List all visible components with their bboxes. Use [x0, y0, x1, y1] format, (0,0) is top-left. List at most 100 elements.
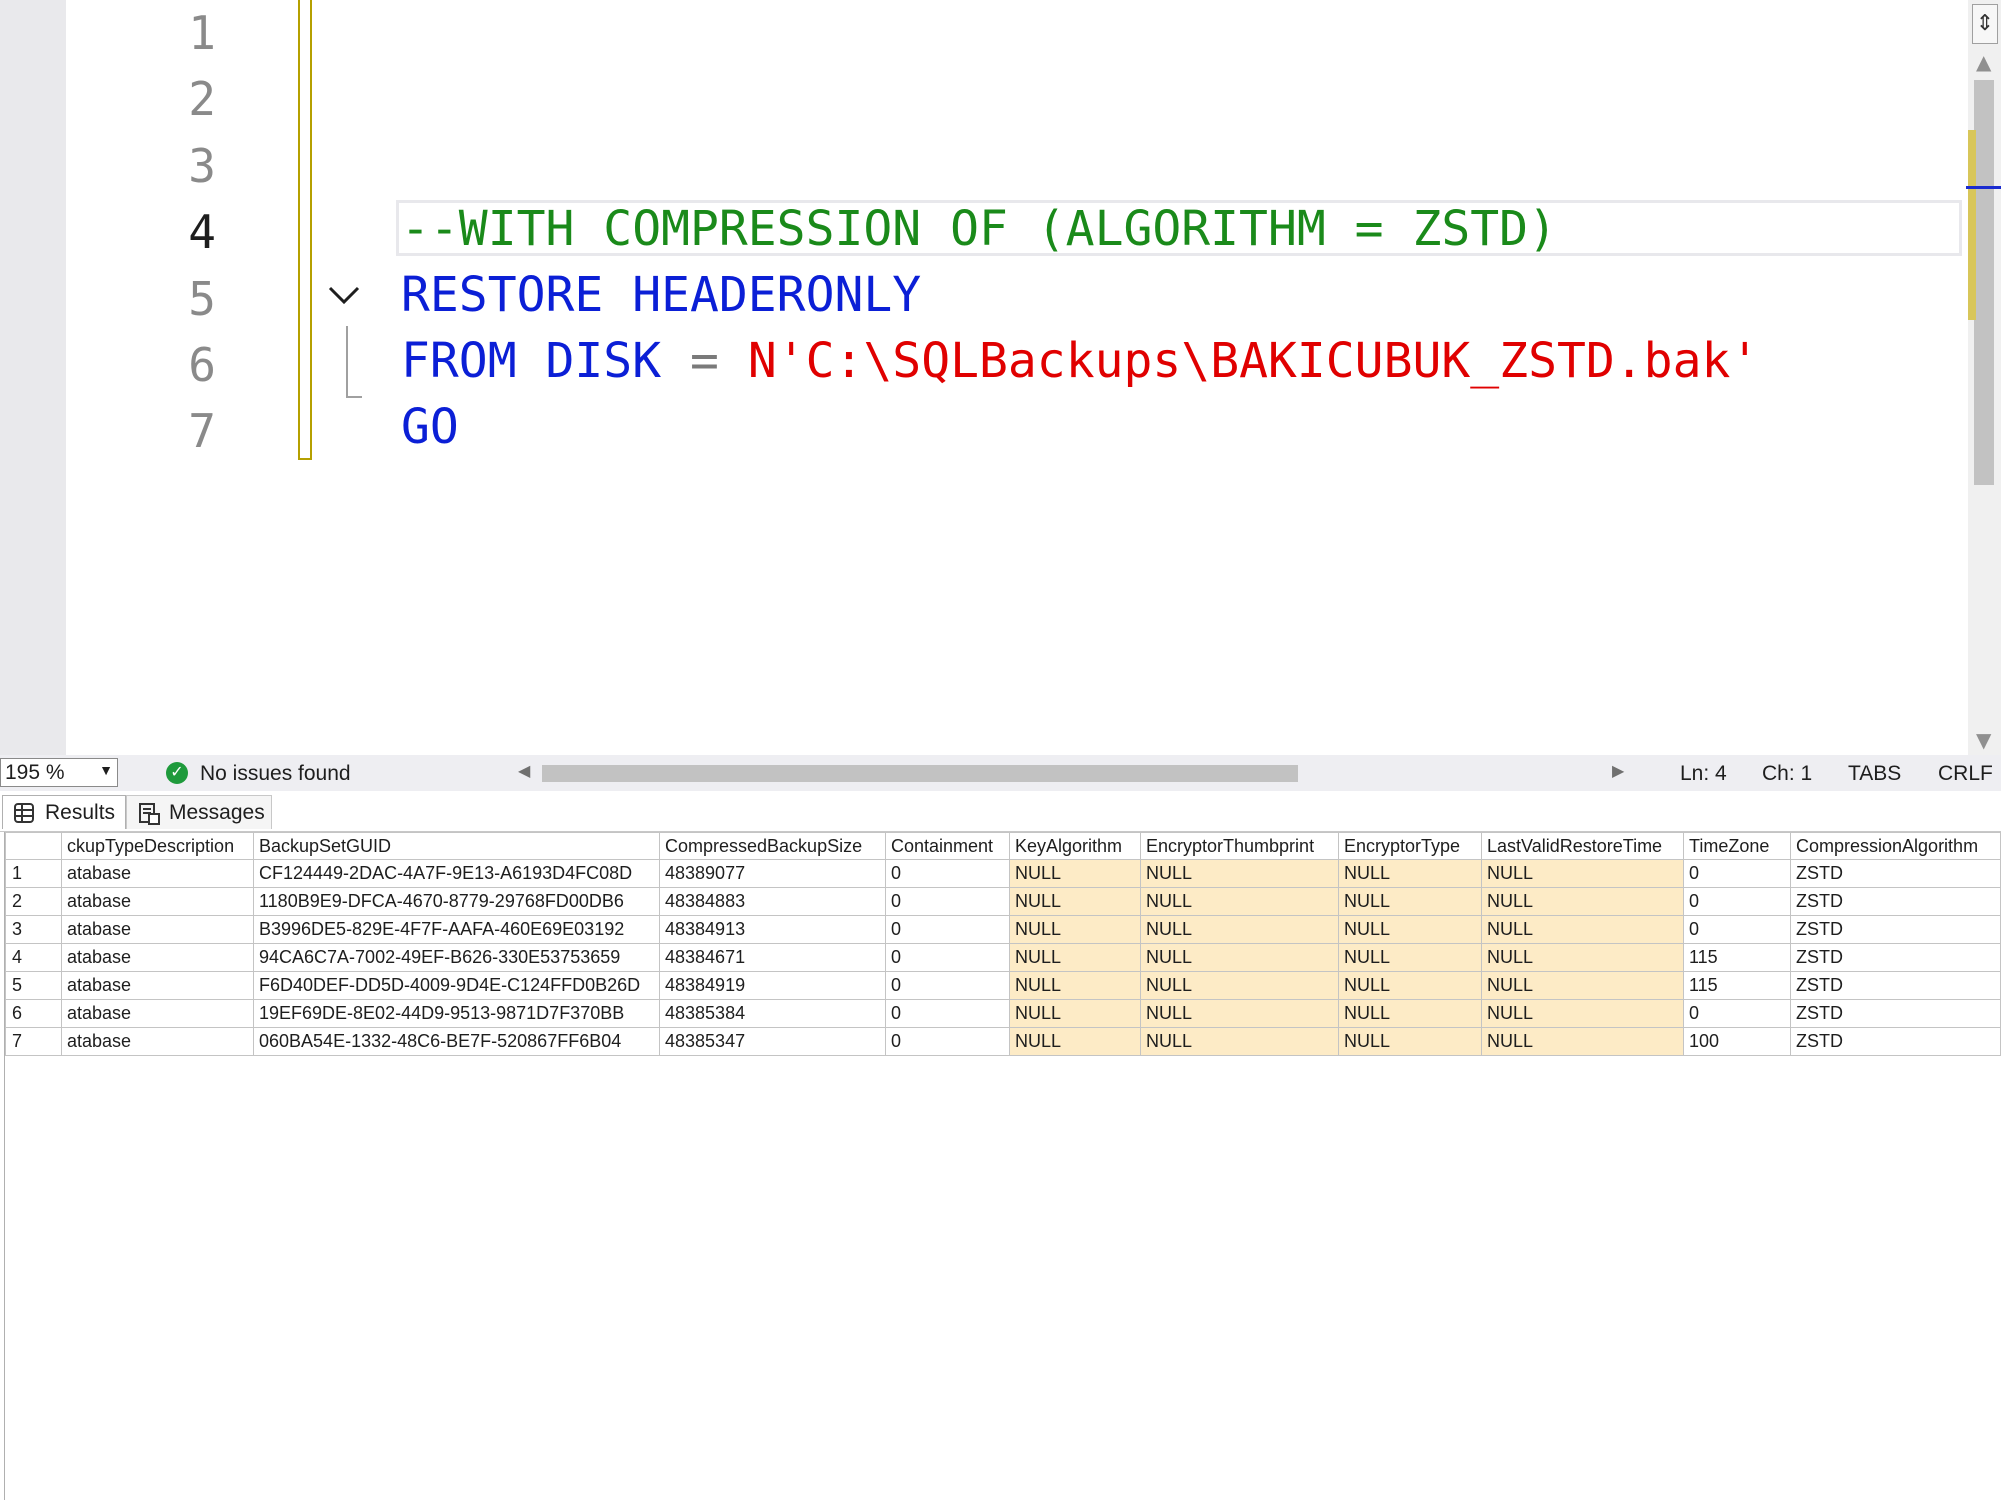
column-header[interactable]: CompressedBackupSize: [659, 832, 886, 860]
column-header[interactable]: EncryptorType: [1338, 832, 1482, 860]
null-cell[interactable]: NULL: [1140, 1027, 1339, 1056]
indent-mode[interactable]: TABS: [1848, 762, 1901, 786]
row-number[interactable]: 5: [5, 971, 62, 1000]
cell[interactable]: atabase: [61, 943, 254, 972]
cell[interactable]: F6D40DEF-DD5D-4009-9D4E-C124FFD0B26D: [253, 971, 660, 1000]
code-line-4[interactable]: --WITH COMPRESSION OF (ALGORITHM = ZSTD): [401, 196, 1557, 262]
line-ending[interactable]: CRLF: [1938, 762, 1993, 786]
cell[interactable]: 0: [885, 1027, 1010, 1056]
split-editor-icon[interactable]: ⇕: [1972, 4, 1998, 44]
column-header[interactable]: EncryptorThumbprint: [1140, 832, 1339, 860]
cell[interactable]: B3996DE5-829E-4F7F-AAFA-460E69E03192: [253, 915, 660, 944]
cell[interactable]: 48384883: [659, 887, 886, 916]
table-row[interactable]: 4 atabase 94CA6C7A-7002-49EF-B626-330E53…: [5, 943, 2001, 972]
cell[interactable]: ZSTD: [1790, 915, 2001, 944]
table-row[interactable]: 2 atabase 1180B9E9-DFCA-4670-8779-29768F…: [5, 887, 2001, 916]
cell[interactable]: 100: [1683, 1027, 1791, 1056]
code-line-7[interactable]: GO: [401, 394, 459, 460]
scroll-left-arrow-icon[interactable]: ◀: [518, 761, 530, 781]
cell[interactable]: ZSTD: [1790, 859, 2001, 888]
null-cell[interactable]: NULL: [1338, 999, 1482, 1028]
null-cell[interactable]: NULL: [1009, 1027, 1141, 1056]
cell[interactable]: 48384919: [659, 971, 886, 1000]
column-header[interactable]: KeyAlgorithm: [1009, 832, 1141, 860]
scroll-up-arrow-icon[interactable]: ▲: [1976, 50, 1991, 74]
cell[interactable]: 48389077: [659, 859, 886, 888]
table-row[interactable]: 6 atabase 19EF69DE-8E02-44D9-9513-9871D7…: [5, 999, 2001, 1028]
cell[interactable]: 48384913: [659, 915, 886, 944]
cell[interactable]: 0: [885, 971, 1010, 1000]
horizontal-scrollbar-thumb[interactable]: [542, 765, 1298, 782]
null-cell[interactable]: NULL: [1481, 943, 1684, 972]
cell[interactable]: 0: [885, 915, 1010, 944]
code-line-6[interactable]: FROM DISK = N'C:\SQLBackups\BAKICUBUK_ZS…: [401, 328, 1759, 394]
tab-messages[interactable]: Messages: [126, 795, 272, 829]
null-cell[interactable]: NULL: [1481, 915, 1684, 944]
cell[interactable]: 19EF69DE-8E02-44D9-9513-9871D7F370BB: [253, 999, 660, 1028]
cell[interactable]: 48384671: [659, 943, 886, 972]
table-row[interactable]: 7 atabase 060BA54E-1332-48C6-BE7F-520867…: [5, 1027, 2001, 1056]
null-cell[interactable]: NULL: [1481, 859, 1684, 888]
null-cell[interactable]: NULL: [1338, 971, 1482, 1000]
cell[interactable]: 115: [1683, 971, 1791, 1000]
cell[interactable]: 0: [885, 943, 1010, 972]
table-row[interactable]: 5 atabase F6D40DEF-DD5D-4009-9D4E-C124FF…: [5, 971, 2001, 1000]
null-cell[interactable]: NULL: [1140, 859, 1339, 888]
null-cell[interactable]: NULL: [1481, 1027, 1684, 1056]
cell[interactable]: 0: [885, 999, 1010, 1028]
null-cell[interactable]: NULL: [1009, 915, 1141, 944]
cell[interactable]: ZSTD: [1790, 887, 2001, 916]
null-cell[interactable]: NULL: [1140, 887, 1339, 916]
null-cell[interactable]: NULL: [1140, 915, 1339, 944]
cell[interactable]: 0: [885, 887, 1010, 916]
cell[interactable]: 48385384: [659, 999, 886, 1028]
scroll-right-arrow-icon[interactable]: ▶: [1612, 761, 1624, 781]
row-number[interactable]: 6: [5, 999, 62, 1028]
null-cell[interactable]: NULL: [1009, 943, 1141, 972]
column-header[interactable]: CompressionAlgorithm: [1790, 832, 2001, 860]
null-cell[interactable]: NULL: [1338, 1027, 1482, 1056]
row-number[interactable]: 4: [5, 943, 62, 972]
code-line-5[interactable]: RESTORE HEADERONLY: [401, 262, 921, 328]
null-cell[interactable]: NULL: [1338, 915, 1482, 944]
null-cell[interactable]: NULL: [1140, 999, 1339, 1028]
scrollbar-thumb[interactable]: [1974, 80, 1994, 485]
cell[interactable]: 94CA6C7A-7002-49EF-B626-330E53753659: [253, 943, 660, 972]
tab-results[interactable]: Results: [2, 795, 126, 829]
column-header[interactable]: BackupSetGUID: [253, 832, 660, 860]
null-cell[interactable]: NULL: [1009, 999, 1141, 1028]
column-header[interactable]: LastValidRestoreTime: [1481, 832, 1684, 860]
null-cell[interactable]: NULL: [1338, 887, 1482, 916]
column-header[interactable]: TimeZone: [1683, 832, 1791, 860]
query-editor[interactable]: 1 2 3 4 5 6 7 --WITH COMPRESSION OF (ALG…: [0, 0, 2001, 755]
scroll-down-arrow-icon[interactable]: ▼: [1976, 728, 1991, 752]
collapse-chevron-icon[interactable]: [326, 282, 362, 310]
null-cell[interactable]: NULL: [1140, 943, 1339, 972]
cell[interactable]: 0: [1683, 887, 1791, 916]
column-header[interactable]: Containment: [885, 832, 1010, 860]
null-cell[interactable]: NULL: [1481, 999, 1684, 1028]
row-number[interactable]: 7: [5, 1027, 62, 1056]
null-cell[interactable]: NULL: [1481, 971, 1684, 1000]
row-number-header[interactable]: [5, 832, 62, 860]
cell[interactable]: ZSTD: [1790, 943, 2001, 972]
null-cell[interactable]: NULL: [1009, 971, 1141, 1000]
cell[interactable]: atabase: [61, 1027, 254, 1056]
cell[interactable]: 0: [1683, 999, 1791, 1028]
cell[interactable]: ZSTD: [1790, 1027, 2001, 1056]
column-header[interactable]: ckupTypeDescription: [61, 832, 254, 860]
row-number[interactable]: 3: [5, 915, 62, 944]
row-number[interactable]: 2: [5, 887, 62, 916]
cell[interactable]: atabase: [61, 915, 254, 944]
cell[interactable]: atabase: [61, 971, 254, 1000]
cell[interactable]: ZSTD: [1790, 999, 2001, 1028]
null-cell[interactable]: NULL: [1481, 887, 1684, 916]
zoom-select[interactable]: 195 % ▼: [0, 758, 118, 787]
table-row[interactable]: 1 atabase CF124449-2DAC-4A7F-9E13-A6193D…: [5, 859, 2001, 888]
cell[interactable]: 1180B9E9-DFCA-4670-8779-29768FD00DB6: [253, 887, 660, 916]
cell[interactable]: atabase: [61, 887, 254, 916]
cell[interactable]: 060BA54E-1332-48C6-BE7F-520867FF6B04: [253, 1027, 660, 1056]
cell[interactable]: 115: [1683, 943, 1791, 972]
null-cell[interactable]: NULL: [1009, 859, 1141, 888]
null-cell[interactable]: NULL: [1338, 859, 1482, 888]
